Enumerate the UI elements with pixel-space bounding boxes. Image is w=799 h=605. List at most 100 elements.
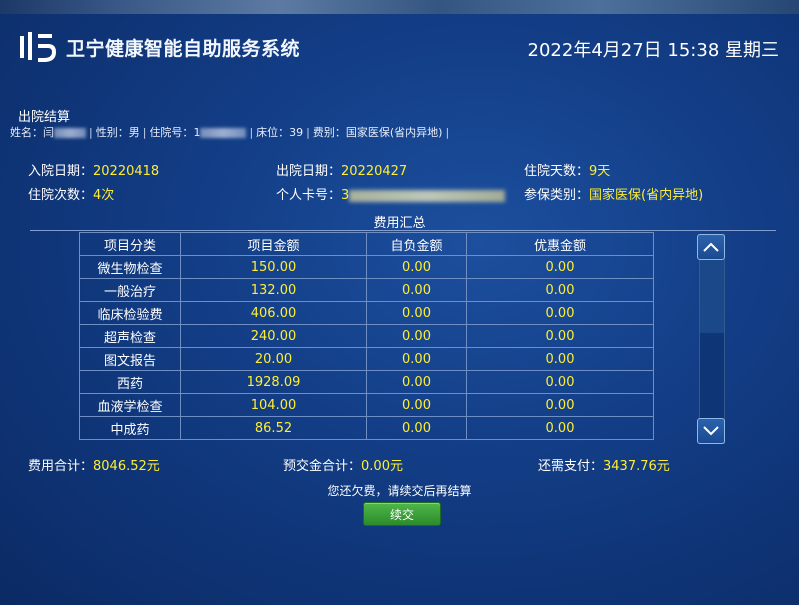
column-header: 项目金额 — [180, 232, 367, 256]
section-title: 出院结算 — [18, 110, 71, 125]
deposit-total-label: 预交金合计： — [283, 459, 362, 474]
admit-date-value: 20220418 — [93, 164, 160, 179]
self-pay-cell: 0.00 — [366, 301, 467, 325]
insurance-type-label: 参保类别： — [524, 188, 590, 203]
category-cell: 一般治疗 — [79, 278, 181, 302]
category-cell: 图文报告 — [79, 347, 181, 371]
discharge-date-value: 20220427 — [341, 164, 408, 179]
self-pay-cell: 0.00 — [366, 324, 467, 348]
current-datetime: 2022年4月27日 15:38 星期三 — [527, 40, 779, 61]
table-row: 一般治疗 132.00 0.00 0.00 — [79, 278, 654, 302]
amount-cell: 132.00 — [180, 278, 367, 302]
card-no-label: 个人卡号： — [276, 188, 342, 203]
column-header: 项目分类 — [79, 232, 181, 256]
amount-cell: 86.52 — [180, 416, 367, 440]
top-up-button[interactable]: 续交 — [363, 502, 441, 526]
app-header: 卫宁健康智能自助服务系统 2022年4月27日 15:38 星期三 — [0, 14, 799, 78]
amount-due-label: 还需支付： — [538, 459, 604, 474]
card-no-value: 3 — [341, 188, 350, 203]
table-row: 图文报告 20.00 0.00 0.00 — [79, 347, 654, 371]
summary-divider — [30, 230, 776, 231]
amount-due-value: 3437.76元 — [603, 459, 670, 474]
admit-count-label: 住院次数： — [28, 188, 94, 203]
app-logo-icon — [20, 32, 57, 62]
fee-summary-table: 项目分类 项目金额 自负金额 优惠金额 微生物检查 150.00 0.00 0.… — [79, 232, 654, 440]
name-redaction — [54, 128, 86, 138]
bed-label: 床位： — [256, 126, 290, 139]
stay-days-value: 9天 — [589, 164, 611, 179]
scrollbar-thumb[interactable] — [700, 259, 724, 333]
amount-cell: 150.00 — [180, 255, 367, 279]
total-fee-label: 费用合计： — [28, 459, 94, 474]
deposit-total: 预交金合计：0.00元 — [283, 455, 403, 474]
insurance-type: 参保类别：国家医保(省内异地) — [524, 184, 703, 203]
discount-cell: 0.00 — [466, 370, 654, 394]
table-row: 中成药 86.52 0.00 0.00 — [79, 416, 654, 440]
gender-label: 性别： — [95, 126, 129, 139]
amount-cell: 406.00 — [180, 301, 367, 325]
discount-cell: 0.00 — [466, 255, 654, 279]
discount-cell: 0.00 — [466, 301, 654, 325]
name-value: 闫 — [43, 126, 54, 139]
admit-count-value: 4次 — [93, 188, 115, 203]
admission-no-value: 1 — [193, 126, 201, 139]
admission-no-redaction — [200, 128, 247, 138]
insurance-type-value: 国家医保(省内异地) — [589, 188, 704, 203]
category-cell: 中成药 — [79, 416, 181, 440]
discount-cell: 0.00 — [466, 347, 654, 371]
discharge-date: 出院日期：20220427 — [276, 160, 407, 179]
self-pay-cell: 0.00 — [366, 255, 467, 279]
table-scrollbar[interactable] — [699, 234, 725, 444]
self-pay-cell: 0.00 — [366, 393, 467, 417]
chevron-up-icon — [703, 242, 719, 252]
table-row: 血液学检查 104.00 0.00 0.00 — [79, 393, 654, 417]
column-header: 自负金额 — [366, 232, 467, 256]
discharge-date-label: 出院日期： — [276, 164, 342, 179]
discount-cell: 0.00 — [466, 416, 654, 440]
category-cell: 血液学检查 — [79, 393, 181, 417]
category-cell: 临床检验费 — [79, 301, 181, 325]
stay-days-label: 住院天数： — [524, 164, 590, 179]
amount-cell: 240.00 — [180, 324, 367, 348]
fee-type-label: 费别： — [312, 126, 346, 139]
card-no-redaction — [349, 189, 506, 202]
card-no: 个人卡号：3 — [276, 184, 506, 203]
arrears-notice: 您还欠费，请续交后再结算 — [327, 484, 472, 498]
discount-cell: 0.00 — [466, 393, 654, 417]
amount-cell: 104.00 — [180, 393, 367, 417]
table-row: 临床检验费 406.00 0.00 0.00 — [79, 301, 654, 325]
admit-date-label: 入院日期： — [28, 164, 94, 179]
category-cell: 超声检查 — [79, 324, 181, 348]
chevron-down-icon — [703, 426, 719, 436]
discount-cell: 0.00 — [466, 324, 654, 348]
app-title: 卫宁健康智能自助服务系统 — [66, 38, 301, 60]
scroll-up-button[interactable] — [697, 234, 725, 260]
self-pay-cell: 0.00 — [366, 278, 467, 302]
scroll-down-button[interactable] — [697, 418, 725, 444]
admit-count: 住院次数：4次 — [28, 184, 114, 203]
table-row: 微生物检查 150.00 0.00 0.00 — [79, 255, 654, 279]
gender-value: 男 — [128, 126, 140, 139]
patient-info-line: 姓名：闫 | 性别：男 | 住院号：1 | 床位：39 | 费别：国家医保(省内异地) | — [10, 126, 450, 139]
name-label: 姓名： — [10, 126, 43, 139]
deposit-total-value: 0.00元 — [361, 459, 403, 474]
self-pay-cell: 0.00 — [366, 347, 467, 371]
table-header-row: 项目分类 项目金额 自负金额 优惠金额 — [79, 232, 654, 256]
bed-value: 39 — [289, 126, 304, 139]
stay-days: 住院天数：9天 — [524, 160, 610, 179]
column-header: 优惠金额 — [466, 232, 654, 256]
total-fee-value: 8046.52元 — [93, 459, 160, 474]
amount-due: 还需支付：3437.76元 — [538, 455, 670, 474]
amount-cell: 1928.09 — [180, 370, 367, 394]
fee-summary-title: 费用汇总 — [373, 216, 426, 231]
self-pay-cell: 0.00 — [366, 370, 467, 394]
self-pay-cell: 0.00 — [366, 416, 467, 440]
category-cell: 西药 — [79, 370, 181, 394]
admission-no-label: 住院号： — [149, 126, 194, 139]
discount-cell: 0.00 — [466, 278, 654, 302]
top-banner-strip — [0, 0, 799, 14]
table-row: 超声检查 240.00 0.00 0.00 — [79, 324, 654, 348]
total-fee: 费用合计：8046.52元 — [28, 455, 160, 474]
amount-cell: 20.00 — [180, 347, 367, 371]
category-cell: 微生物检查 — [79, 255, 181, 279]
